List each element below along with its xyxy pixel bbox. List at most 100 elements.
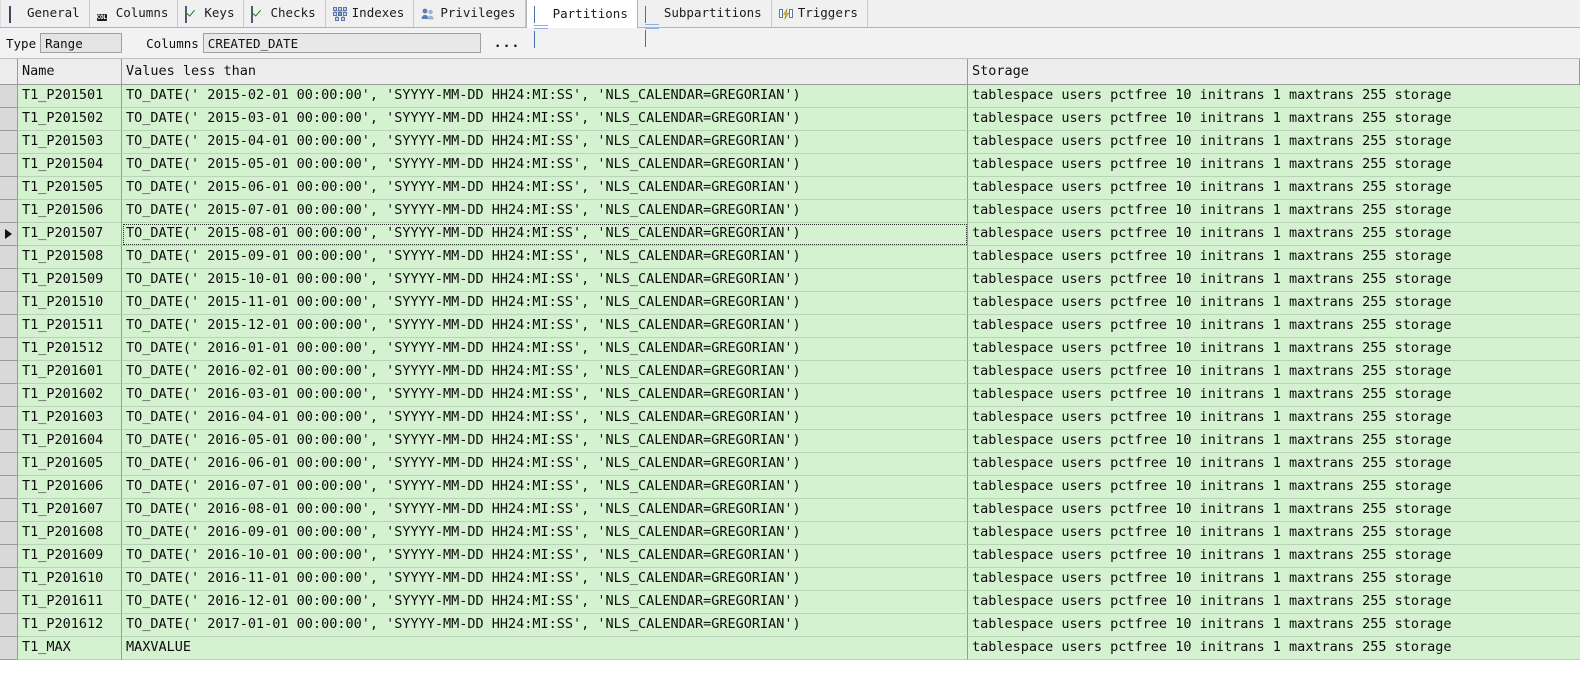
cell-name[interactable]: T1_P201508 [18,246,122,269]
table-row[interactable]: T1_P201610 TO_DATE(' 2016-11-01 00:00:00'… [0,568,1580,591]
row-selector[interactable] [0,430,18,453]
table-row[interactable]: T1_P201602 TO_DATE(' 2016-03-01 00:00:00'… [0,384,1580,407]
table-row[interactable]: T1_P201606 TO_DATE(' 2016-07-01 00:00:00'… [0,476,1580,499]
table-row[interactable]: T1_P201501 TO_DATE(' 2015-02-01 00:00:00'… [0,85,1580,108]
cell-values[interactable]: TO_DATE(' 2015-02-01 00:00:00', 'SYYYY-M… [122,85,968,108]
cell-storage[interactable]: tablespace users pctfree 10 initrans 1 m… [968,568,1580,591]
cell-name[interactable]: T1_P201608 [18,522,122,545]
current-row-indicator[interactable] [0,223,18,246]
cell-name[interactable]: T1_P201511 [18,315,122,338]
table-row[interactable]: T1_P201505 TO_DATE(' 2015-06-01 00:00:00'… [0,177,1580,200]
tab-subpartitions[interactable]: Subpartitions [637,0,772,48]
cell-values[interactable]: TO_DATE(' 2015-03-01 00:00:00', 'SYYYY-M… [122,108,968,131]
cell-name[interactable]: T1_P201603 [18,407,122,430]
cell-storage[interactable]: tablespace users pctfree 10 initrans 1 m… [968,85,1580,108]
cell-storage[interactable]: tablespace users pctfree 10 initrans 1 m… [968,591,1580,614]
cell-name[interactable]: T1_P201505 [18,177,122,200]
column-header-storage[interactable]: Storage [968,59,1580,85]
cell-storage[interactable]: tablespace users pctfree 10 initrans 1 m… [968,476,1580,499]
cell-storage[interactable]: tablespace users pctfree 10 initrans 1 m… [968,614,1580,637]
row-selector[interactable] [0,499,18,522]
table-row[interactable]: T1_P201611 TO_DATE(' 2016-12-01 00:00:00'… [0,591,1580,614]
columns-browse-button[interactable]: ... [491,36,523,51]
cell-name[interactable]: T1_P201509 [18,269,122,292]
cell-storage[interactable]: tablespace users pctfree 10 initrans 1 m… [968,637,1580,660]
column-header-name[interactable]: Name [18,59,122,85]
cell-name[interactable]: T1_P201607 [18,499,122,522]
cell-storage[interactable]: tablespace users pctfree 10 initrans 1 m… [968,384,1580,407]
cell-name[interactable]: T1_P201610 [18,568,122,591]
cell-storage[interactable]: tablespace users pctfree 10 initrans 1 m… [968,131,1580,154]
cell-values[interactable]: TO_DATE(' 2015-07-01 00:00:00', 'SYYYY-M… [122,200,968,223]
table-row[interactable]: T1_P201507 TO_DATE(' 2015-08-01 00:00:00'… [0,223,1580,246]
cell-storage[interactable]: tablespace users pctfree 10 initrans 1 m… [968,315,1580,338]
partitions-grid[interactable]: Name Values less than Storage T1_P201501 TO_… [0,59,1580,684]
row-selector[interactable] [0,545,18,568]
cell-values[interactable]: TO_DATE(' 2015-06-01 00:00:00', 'SYYYY-M… [122,177,968,200]
cell-values[interactable]: TO_DATE(' 2016-07-01 00:00:00', 'SYYYY-M… [122,476,968,499]
cell-storage[interactable]: tablespace users pctfree 10 initrans 1 m… [968,246,1580,269]
cell-storage[interactable]: tablespace users pctfree 10 initrans 1 m… [968,430,1580,453]
row-selector[interactable] [0,315,18,338]
cell-values[interactable]: TO_DATE(' 2015-08-01 00:00:00', 'SYYYY-M… [122,223,968,246]
cell-values[interactable]: TO_DATE(' 2016-03-01 00:00:00', 'SYYYY-M… [122,384,968,407]
row-selector[interactable] [0,108,18,131]
row-selector[interactable] [0,269,18,292]
cell-values[interactable]: TO_DATE(' 2016-04-01 00:00:00', 'SYYYY-M… [122,407,968,430]
cell-name[interactable]: T1_P201604 [18,430,122,453]
cell-values[interactable]: TO_DATE(' 2015-11-01 00:00:00', 'SYYYY-M… [122,292,968,315]
table-row[interactable]: T1_P201508 TO_DATE(' 2015-09-01 00:00:00'… [0,246,1580,269]
cell-values[interactable]: TO_DATE(' 2015-09-01 00:00:00', 'SYYYY-M… [122,246,968,269]
cell-values[interactable]: TO_DATE(' 2016-05-01 00:00:00', 'SYYYY-M… [122,430,968,453]
row-selector[interactable] [0,407,18,430]
table-row[interactable]: T1_P201504 TO_DATE(' 2015-05-01 00:00:00'… [0,154,1580,177]
cell-name[interactable]: T1_MAX [18,637,122,660]
table-row[interactable]: T1_P201605 TO_DATE(' 2016-06-01 00:00:00'… [0,453,1580,476]
table-row[interactable]: T1_P201503 TO_DATE(' 2015-04-01 00:00:00'… [0,131,1580,154]
cell-storage[interactable]: tablespace users pctfree 10 initrans 1 m… [968,522,1580,545]
cell-storage[interactable]: tablespace users pctfree 10 initrans 1 m… [968,292,1580,315]
tab-general[interactable]: General [0,0,90,27]
cell-name[interactable]: T1_P201605 [18,453,122,476]
row-selector[interactable] [0,246,18,269]
cell-name[interactable]: T1_P201501 [18,85,122,108]
tab-triggers[interactable]: Triggers [771,0,868,27]
row-selector[interactable] [0,637,18,660]
row-selector[interactable] [0,361,18,384]
cell-values[interactable]: TO_DATE(' 2016-09-01 00:00:00', 'SYYYY-M… [122,522,968,545]
cell-storage[interactable]: tablespace users pctfree 10 initrans 1 m… [968,177,1580,200]
cell-name[interactable]: T1_P201609 [18,545,122,568]
cell-name[interactable]: T1_P201502 [18,108,122,131]
table-row[interactable]: T1_P201607 TO_DATE(' 2016-08-01 00:00:00'… [0,499,1580,522]
cell-storage[interactable]: tablespace users pctfree 10 initrans 1 m… [968,338,1580,361]
cell-storage[interactable]: tablespace users pctfree 10 initrans 1 m… [968,361,1580,384]
row-selector[interactable] [0,614,18,637]
table-row[interactable]: T1_P201601 TO_DATE(' 2016-02-01 00:00:00'… [0,361,1580,384]
cell-values[interactable]: TO_DATE(' 2016-08-01 00:00:00', 'SYYYY-M… [122,499,968,522]
row-selector[interactable] [0,338,18,361]
row-selector[interactable] [0,131,18,154]
cell-values[interactable]: TO_DATE(' 2016-11-01 00:00:00', 'SYYYY-M… [122,568,968,591]
row-selector[interactable] [0,384,18,407]
table-row[interactable]: T1_P201609 TO_DATE(' 2016-10-01 00:00:00'… [0,545,1580,568]
cell-name[interactable]: T1_P201611 [18,591,122,614]
tab-checks[interactable]: Checks [244,0,326,27]
row-selector[interactable] [0,568,18,591]
cell-storage[interactable]: tablespace users pctfree 10 initrans 1 m… [968,407,1580,430]
cell-name[interactable]: T1_P201504 [18,154,122,177]
type-input[interactable]: Range [40,33,123,53]
cell-values[interactable]: MAXVALUE [122,637,968,660]
cell-values[interactable]: TO_DATE(' 2017-01-01 00:00:00', 'SYYYY-M… [122,614,968,637]
row-selector[interactable] [0,177,18,200]
row-selector[interactable] [0,292,18,315]
tab-privileges[interactable]: Privileges [414,0,526,27]
cell-storage[interactable]: tablespace users pctfree 10 initrans 1 m… [968,108,1580,131]
tab-keys[interactable]: Keys [178,0,245,27]
cell-name[interactable]: T1_P201512 [18,338,122,361]
cell-name[interactable]: T1_P201507 [18,223,122,246]
row-selector[interactable] [0,85,18,108]
cell-storage[interactable]: tablespace users pctfree 10 initrans 1 m… [968,269,1580,292]
cell-name[interactable]: T1_P201602 [18,384,122,407]
cell-values[interactable]: TO_DATE(' 2015-12-01 00:00:00', 'SYYYY-M… [122,315,968,338]
table-row[interactable]: T1_P201511 TO_DATE(' 2015-12-01 00:00:00'… [0,315,1580,338]
